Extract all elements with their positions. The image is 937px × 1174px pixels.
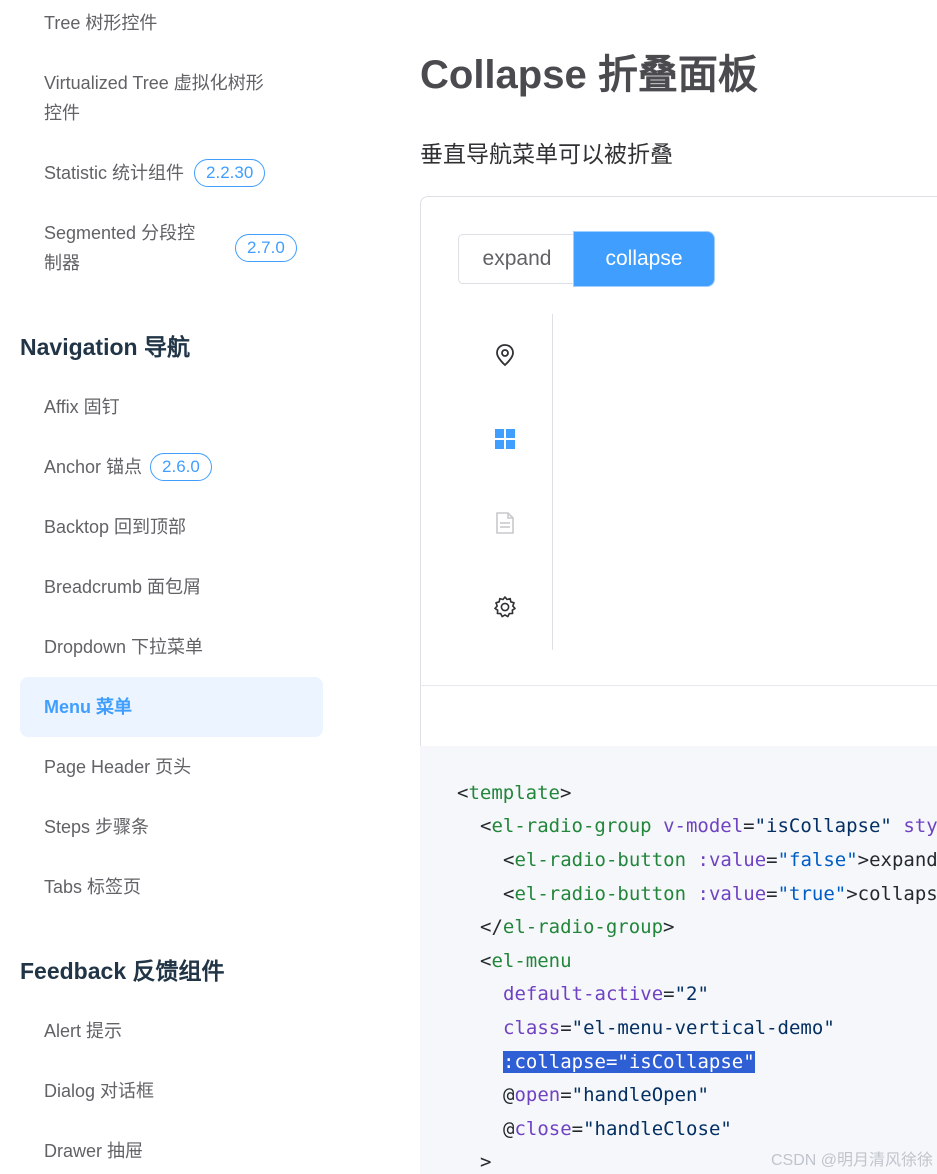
sidebar-item-tree[interactable]: Tree 树形控件 bbox=[20, 8, 323, 38]
sidebar-item-label: Anchor 锚点 bbox=[44, 457, 143, 477]
sidebar-item-label: Alert 提示 bbox=[44, 1021, 123, 1041]
sidebar-item-label: Dropdown 下拉菜单 bbox=[44, 637, 204, 657]
sidebar-item-alert[interactable]: Alert 提示 bbox=[20, 1016, 323, 1046]
code-line: class="el-menu-vertical-demo" bbox=[503, 1017, 835, 1039]
sidebar-item-label: Dialog 对话框 bbox=[44, 1081, 155, 1101]
code-line: <el-radio-button :value="false">expand bbox=[503, 849, 937, 871]
code-line-highlighted: :collapse="isCollapse" bbox=[503, 1051, 755, 1073]
setting-icon[interactable] bbox=[490, 592, 520, 622]
expand-radio-button[interactable]: expand bbox=[458, 234, 576, 284]
code-line: > bbox=[480, 1151, 492, 1173]
demo-block: expand collapse bbox=[420, 196, 937, 746]
watermark: CSDN @明月清风徐徐 bbox=[770, 1152, 933, 1169]
code-line: <el-radio-group v-model="isCollapse" sty bbox=[480, 815, 937, 837]
sidebar-item-segmented[interactable]: Segmented 分段控 制器 2.7.0 bbox=[20, 218, 323, 278]
code-block: <template> <el-radio-group v-model="isCo… bbox=[420, 746, 937, 1174]
collapse-radio-group: expand collapse bbox=[458, 234, 712, 284]
sidebar-item-tabs[interactable]: Tabs 标签页 bbox=[20, 872, 323, 902]
document-icon[interactable] bbox=[490, 508, 520, 538]
sidebar-item-label: Segmented 分段控 bbox=[44, 223, 196, 243]
sidebar-item-label: Tabs 标签页 bbox=[44, 877, 142, 897]
sidebar-item-statistic[interactable]: Statistic 统计组件 2.2.30 bbox=[20, 158, 323, 188]
collapse-radio-button[interactable]: collapse bbox=[576, 234, 712, 284]
code-line: <template> bbox=[457, 782, 572, 804]
sidebar-item-label: Page Header 页头 bbox=[44, 757, 192, 777]
sidebar-item-label: Breadcrumb 面包屑 bbox=[44, 577, 202, 597]
sidebar-item-label: Statistic 统计组件 bbox=[44, 163, 185, 183]
code-line: </el-radio-group> bbox=[480, 916, 675, 938]
page-description: 垂直导航菜单可以被折叠 bbox=[420, 141, 673, 167]
sidebar-item-drawer[interactable]: Drawer 抽屉 bbox=[20, 1136, 323, 1166]
sidebar-item-virtualized-tree[interactable]: Virtualized Tree 虚拟化树形 控件 bbox=[20, 68, 323, 128]
code-line: @open="handleOpen" bbox=[503, 1084, 709, 1106]
grid-menu-icon[interactable] bbox=[490, 424, 520, 454]
sidebar-item-menu[interactable]: Menu 菜单 bbox=[20, 677, 323, 737]
sidebar-item-label: Tree 树形控件 bbox=[44, 13, 158, 33]
version-badge: 2.2.30 bbox=[194, 159, 266, 187]
sidebar: Tree 树形控件 Virtualized Tree 虚拟化树形 控件 Stat… bbox=[0, 0, 330, 1174]
code-line: @close="handleClose" bbox=[503, 1118, 732, 1140]
sidebar-item-label: Backtop 回到顶部 bbox=[44, 517, 187, 537]
code-line: <el-radio-button :value="true">collaps bbox=[503, 883, 937, 905]
main-content: Collapse 折叠面板 垂直导航菜单可以被折叠 expand collaps… bbox=[420, 0, 937, 1174]
sidebar-item-label: Steps 步骤条 bbox=[44, 817, 150, 837]
sidebar-item-label-line2: 制器 bbox=[44, 253, 80, 273]
sidebar-group-feedback: Feedback 反馈组件 bbox=[20, 958, 225, 984]
version-badge: 2.7.0 bbox=[235, 234, 297, 262]
sidebar-item-affix[interactable]: Affix 固钉 bbox=[20, 392, 323, 422]
sidebar-item-backtop[interactable]: Backtop 回到顶部 bbox=[20, 512, 323, 542]
sidebar-item-breadcrumb[interactable]: Breadcrumb 面包屑 bbox=[20, 572, 323, 602]
sidebar-item-anchor[interactable]: Anchor 锚点 2.6.0 bbox=[20, 452, 323, 482]
sidebar-item-label: Drawer 抽屉 bbox=[44, 1141, 144, 1161]
sidebar-item-dropdown[interactable]: Dropdown 下拉菜单 bbox=[20, 632, 323, 662]
sidebar-item-label: Virtualized Tree 虚拟化树形 bbox=[44, 73, 264, 93]
location-icon[interactable] bbox=[490, 340, 520, 370]
sidebar-item-page-header[interactable]: Page Header 页头 bbox=[20, 752, 323, 782]
sidebar-group-navigation: Navigation 导航 bbox=[20, 334, 190, 360]
sidebar-item-dialog[interactable]: Dialog 对话框 bbox=[20, 1076, 323, 1106]
sidebar-item-label: Menu 菜单 bbox=[44, 697, 132, 717]
code-line: default-active="2" bbox=[503, 983, 709, 1005]
page-title: Collapse 折叠面板 bbox=[420, 53, 758, 97]
demo-divider bbox=[420, 685, 937, 686]
sidebar-item-label-line2: 控件 bbox=[44, 103, 80, 123]
sidebar-item-label: Affix 固钉 bbox=[44, 397, 120, 417]
version-badge: 2.6.0 bbox=[150, 453, 212, 481]
sidebar-item-steps[interactable]: Steps 步骤条 bbox=[20, 812, 323, 842]
collapsed-menu-border bbox=[552, 314, 553, 650]
code-line: <el-menu bbox=[480, 950, 572, 972]
